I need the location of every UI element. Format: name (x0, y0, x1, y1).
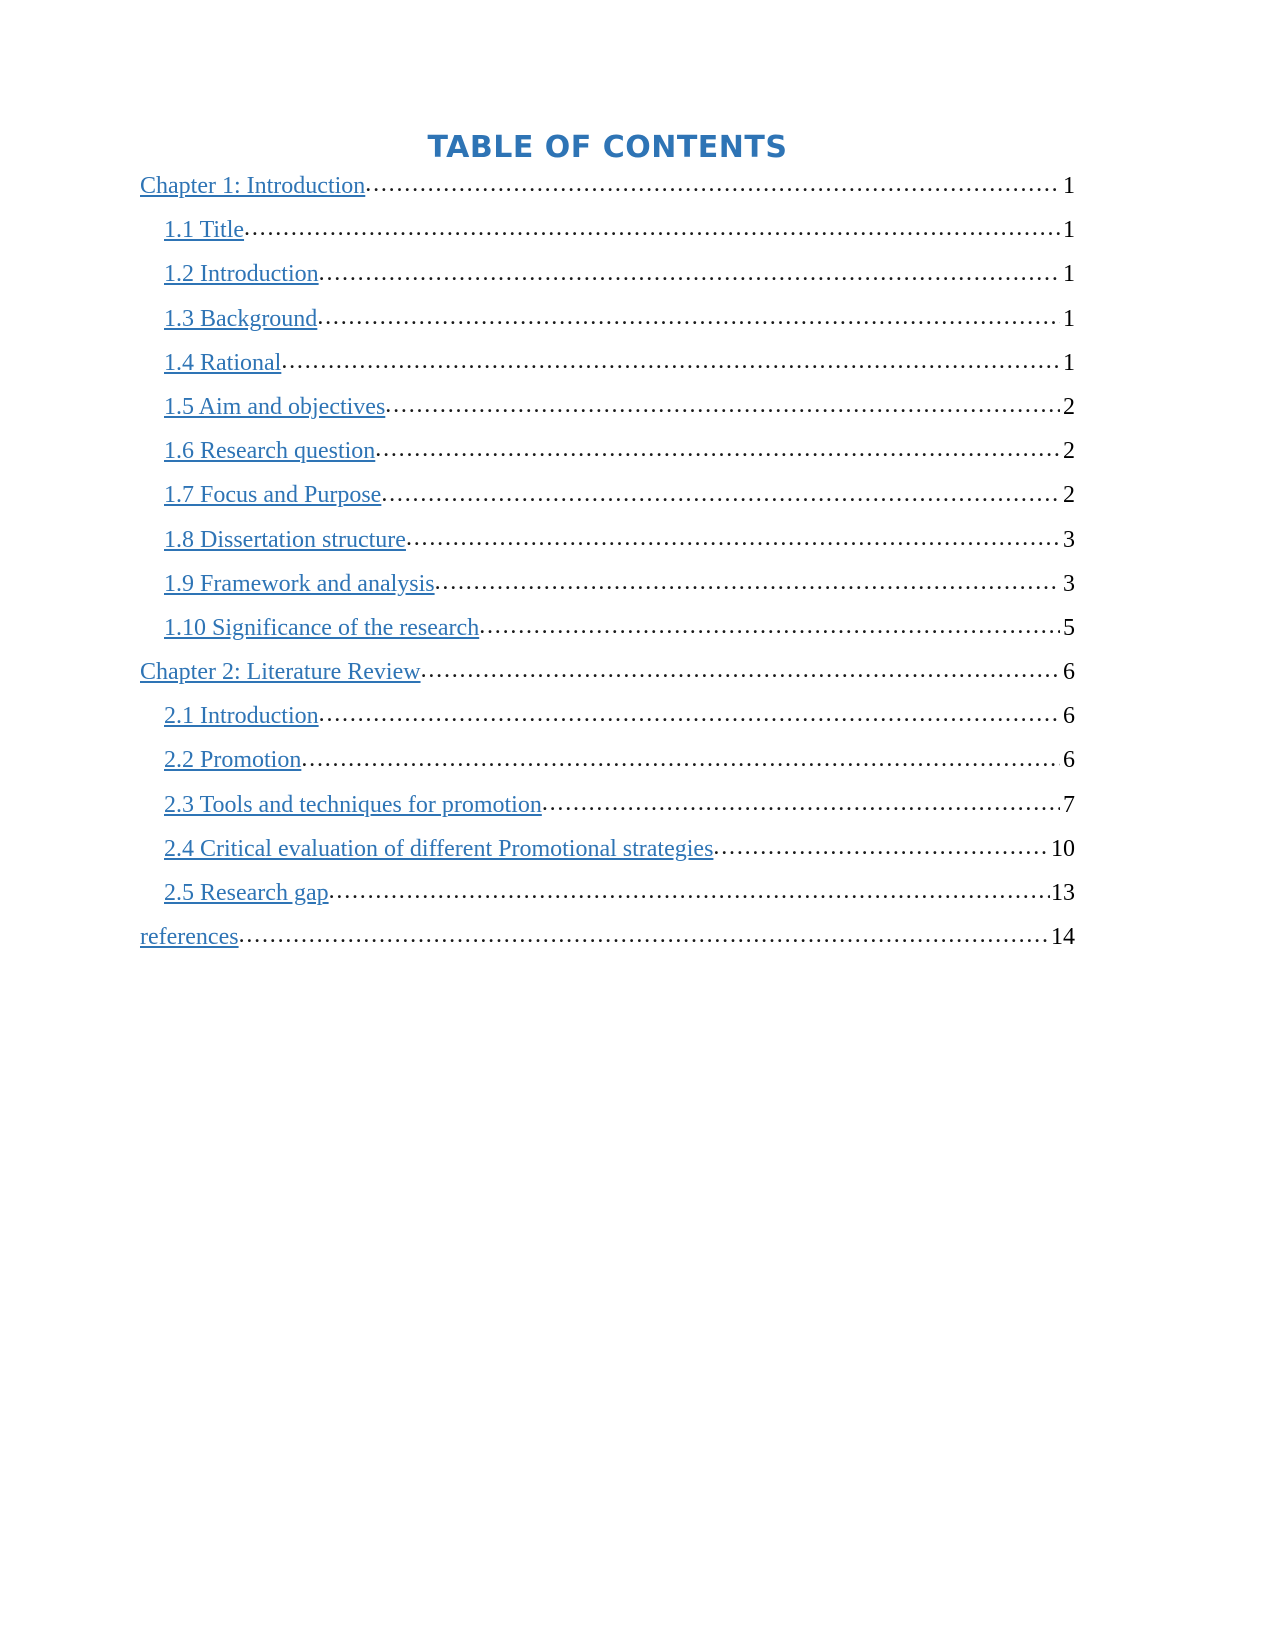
toc-entry[interactable]: 2.5 Research gap........................… (140, 879, 1075, 906)
toc-dot-leader: ........................................… (479, 614, 1060, 639)
toc-page-number[interactable]: 2 (1060, 394, 1075, 420)
toc-dot-leader: ........................................… (318, 702, 1060, 727)
toc-dot-leader: ........................................… (385, 393, 1060, 418)
toc-entry[interactable]: 1.10 Significance of the research.......… (140, 614, 1075, 641)
toc-dot-leader: ........................................… (405, 525, 1060, 550)
toc-dot-leader: ........................................… (281, 348, 1060, 373)
toc-entry[interactable]: 1.8 Dissertation structure..............… (140, 525, 1075, 553)
toc-dot-leader: ........................................… (301, 746, 1060, 771)
toc-entry-link[interactable]: 1.3 Background (164, 306, 317, 332)
toc-dot-leader: ........................................… (317, 304, 1060, 329)
toc-entry-link[interactable]: 1.9 Framework and analysis (164, 571, 435, 597)
toc-content: TABLE OF CONTENTS Chapter 1: Introductio… (140, 130, 1075, 969)
toc-dot-leader: ........................................… (381, 481, 1060, 506)
toc-entry[interactable]: 1.3 Background..........................… (140, 304, 1075, 332)
toc-entry-link[interactable]: 1.2 Introduction (164, 262, 319, 287)
toc-dot-leader: ........................................… (238, 923, 1050, 948)
toc-entry[interactable]: 2.1 Introduction........................… (140, 702, 1075, 729)
toc-entry[interactable]: references..............................… (140, 923, 1075, 950)
toc-dot-leader: ........................................… (328, 879, 1050, 904)
toc-dot-leader: ........................................… (713, 835, 1050, 859)
toc-entry-link[interactable]: 1.4 Rational (164, 350, 281, 376)
toc-entry[interactable]: 2.3 Tools and techniques for promotion..… (140, 790, 1075, 818)
toc-page-number[interactable]: 6 (1060, 659, 1075, 685)
toc-page-number[interactable]: 2 (1060, 483, 1075, 508)
toc-entry-link[interactable]: 1.7 Focus and Purpose (164, 483, 381, 508)
toc-page-number[interactable]: 1 (1060, 306, 1075, 332)
toc-page-number[interactable]: 3 (1060, 527, 1075, 553)
toc-entry-link[interactable]: 2.4 Critical evaluation of different Pro… (164, 836, 713, 862)
toc-entry-link[interactable]: 2.1 Introduction (164, 704, 319, 729)
toc-entry[interactable]: 1.1 Title...............................… (140, 216, 1075, 243)
toc-entry-link[interactable]: 1.6 Research question (164, 438, 375, 464)
toc-page-number[interactable]: 2 (1060, 438, 1075, 464)
toc-page-number[interactable]: 3 (1060, 571, 1075, 597)
toc-page-number[interactable]: 1 (1060, 173, 1075, 199)
toc-entry[interactable]: 1.6 Research question...................… (140, 437, 1075, 464)
toc-page-number[interactable]: 6 (1060, 748, 1075, 773)
toc-entry[interactable]: 2.2 Promotion...........................… (140, 746, 1075, 774)
toc-entry-link[interactable]: Chapter 2: Literature Review (140, 659, 421, 685)
toc-entry[interactable]: Chapter 1: Introduction.................… (140, 172, 1075, 199)
page-title: TABLE OF CONTENTS (427, 130, 788, 165)
toc-page-number[interactable]: 6 (1060, 704, 1075, 729)
toc-entry-link[interactable]: 1.5 Aim and objectives (164, 394, 385, 420)
toc-entry-link[interactable]: Chapter 1: Introduction (140, 173, 365, 199)
toc-dot-leader: ........................................… (375, 437, 1060, 462)
toc-page-number[interactable]: 14 (1050, 924, 1075, 950)
toc-entry[interactable]: 1.2 Introduction........................… (140, 260, 1075, 288)
toc-page-number[interactable]: 1 (1060, 262, 1075, 287)
toc-dot-leader: ........................................… (420, 658, 1060, 683)
toc-page-number[interactable]: 5 (1060, 615, 1075, 641)
toc-entry-list: Chapter 1: Introduction.................… (140, 172, 1075, 950)
toc-entry[interactable]: 1.5 Aim and objectives..................… (140, 393, 1075, 420)
toc-page-number[interactable]: 10 (1050, 836, 1075, 862)
document-page: TABLE OF CONTENTS Chapter 1: Introductio… (0, 0, 1275, 1650)
toc-dot-leader: ........................................… (365, 172, 1060, 197)
toc-page-number[interactable]: 1 (1060, 350, 1075, 376)
toc-dot-leader: ........................................… (244, 216, 1060, 241)
toc-entry-link[interactable]: 2.3 Tools and techniques for promotion (164, 792, 542, 818)
toc-page-number[interactable]: 13 (1050, 880, 1075, 906)
toc-entry[interactable]: 1.4 Rational............................… (140, 348, 1075, 376)
toc-dot-leader: ........................................… (541, 790, 1060, 815)
toc-entry-link[interactable]: references (140, 924, 239, 950)
toc-entry-link[interactable]: 1.8 Dissertation structure (164, 527, 406, 553)
toc-dot-leader: ........................................… (318, 260, 1060, 285)
toc-entry[interactable]: 2.4 Critical evaluation of different Pro… (140, 835, 1075, 862)
toc-entry[interactable]: 1.7 Focus and Purpose...................… (140, 481, 1075, 509)
toc-entry[interactable]: 1.9 Framework and analysis..............… (140, 569, 1075, 597)
toc-entry-link[interactable]: 1.10 Significance of the research (164, 615, 479, 641)
toc-page-number[interactable]: 7 (1060, 792, 1075, 818)
toc-page-number[interactable]: 1 (1060, 217, 1075, 243)
toc-entry[interactable]: Chapter 2: Literature Review............… (140, 658, 1075, 685)
toc-entry-link[interactable]: 2.2 Promotion (164, 748, 301, 773)
toc-entry-link[interactable]: 2.5 Research gap (164, 880, 329, 906)
toc-dot-leader: ........................................… (434, 569, 1060, 594)
toc-entry-link[interactable]: 1.1 Title (164, 217, 244, 243)
